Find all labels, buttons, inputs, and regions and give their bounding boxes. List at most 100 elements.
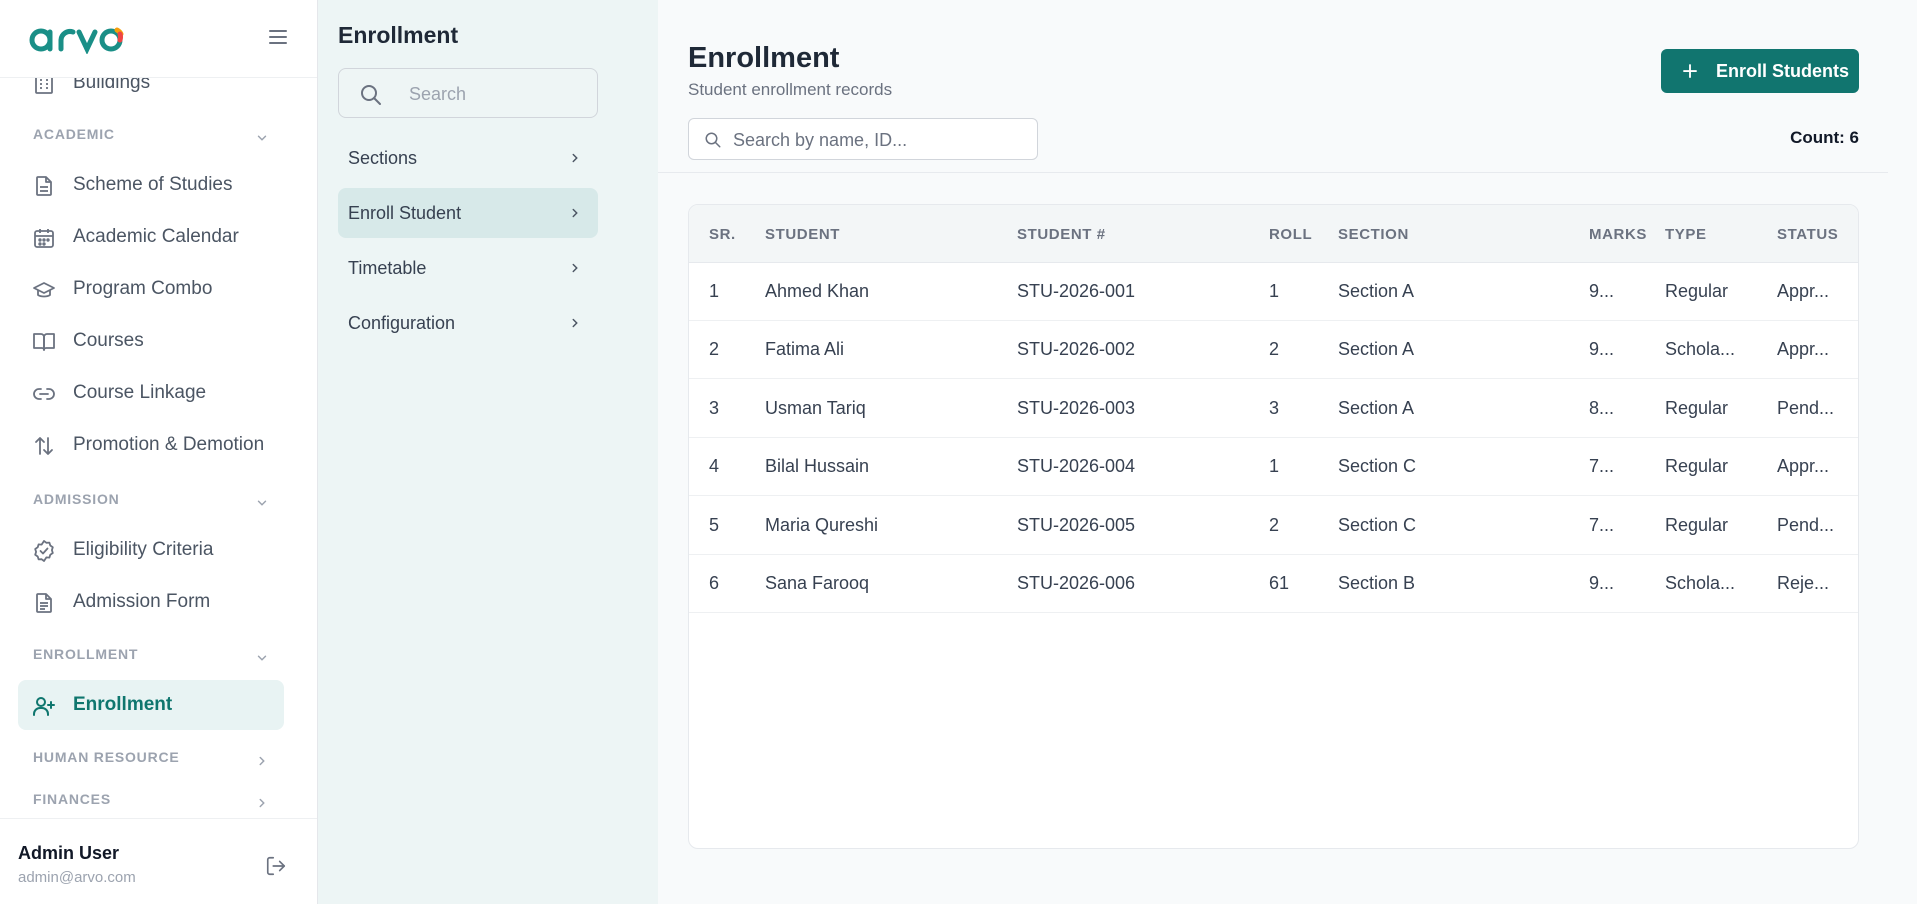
cell-section: Section A bbox=[1338, 398, 1415, 418]
sidebar-item-label: Admission Form bbox=[73, 591, 211, 612]
sidebar-item-buildings[interactable]: Buildings bbox=[18, 78, 284, 108]
column-header-marks[interactable]: MARKS bbox=[1589, 226, 1647, 243]
column-header-section[interactable]: SECTION bbox=[1338, 226, 1409, 243]
check-circle-icon bbox=[32, 539, 56, 563]
column-header-sr[interactable]: SR. bbox=[709, 226, 736, 243]
sidebar-nav[interactable]: Buildings ACADEMIC Scheme of Studies Aca… bbox=[0, 78, 317, 818]
cell-section: Section B bbox=[1338, 573, 1416, 593]
subnav-item-sections[interactable]: Sections bbox=[338, 133, 598, 183]
cell-type: Regular bbox=[1665, 281, 1729, 301]
enroll-students-label: Enroll Students bbox=[1716, 61, 1850, 81]
sidebar-item-program-combo[interactable]: Program Combo bbox=[18, 264, 284, 314]
cell-marks: 7... bbox=[1589, 515, 1615, 535]
user-name: Admin User bbox=[18, 843, 120, 863]
sidebar-item-academic-calendar[interactable]: Academic Calendar bbox=[18, 212, 284, 262]
user-email: admin@arvo.com bbox=[18, 869, 136, 886]
subnav-item-configuration[interactable]: Configuration bbox=[338, 298, 598, 348]
cell-status: Pend... bbox=[1777, 398, 1835, 418]
cell-roll: 1 bbox=[1269, 456, 1280, 476]
cell-student-number: STU-2026-004 bbox=[1017, 456, 1136, 476]
cell-section: Section C bbox=[1338, 515, 1417, 535]
cell-type: Schola... bbox=[1665, 573, 1736, 593]
cell-student: Maria Qureshi bbox=[765, 515, 879, 535]
section-header-enrollment[interactable]: ENROLLMENT bbox=[33, 646, 273, 670]
table-row[interactable]: 3 Usman Tariq STU-2026-003 3 Section A 8… bbox=[689, 380, 1858, 438]
menu-toggle-icon[interactable] bbox=[266, 25, 290, 49]
cell-student-number: STU-2026-005 bbox=[1017, 515, 1136, 535]
column-header-roll[interactable]: ROLL bbox=[1269, 226, 1312, 243]
sidebar-item-label: Eligibility Criteria bbox=[73, 539, 214, 560]
sidebar-item-label: Scheme of Studies bbox=[73, 174, 233, 195]
cell-student: Fatima Ali bbox=[765, 339, 845, 359]
divider bbox=[658, 172, 1888, 173]
column-header-status[interactable]: STATUS bbox=[1777, 226, 1838, 243]
subnav-item-label: Configuration bbox=[348, 313, 456, 333]
chevron-right-icon bbox=[255, 754, 269, 768]
table-header: SR. STUDENT STUDENT # ROLL SECTION MARKS… bbox=[689, 205, 1858, 263]
sidebar-item-label: Buildings bbox=[73, 78, 151, 93]
section-header-admission[interactable]: ADMISSION bbox=[33, 491, 273, 515]
arvo-logo[interactable] bbox=[27, 22, 143, 54]
sidebar: Buildings ACADEMIC Scheme of Studies Aca… bbox=[0, 0, 318, 904]
cell-sr: 4 bbox=[709, 456, 720, 476]
section-title: HUMAN RESOURCE bbox=[33, 749, 180, 765]
cell-status: Pend... bbox=[1777, 515, 1835, 535]
document-icon bbox=[32, 174, 56, 198]
column-header-student[interactable]: STUDENT bbox=[765, 226, 840, 243]
table-row[interactable]: 4 Bilal Hussain STU-2026-004 1 Section C… bbox=[689, 438, 1858, 496]
section-header-academic[interactable]: ACADEMIC bbox=[33, 126, 273, 150]
cell-student-number: STU-2026-003 bbox=[1017, 398, 1136, 418]
sidebar-header bbox=[0, 0, 317, 78]
page-subtitle: Student enrollment records bbox=[688, 80, 893, 99]
cell-section: Section A bbox=[1338, 281, 1415, 301]
sidebar-item-label: Program Combo bbox=[73, 278, 213, 299]
sidebar-item-course-linkage[interactable]: Course Linkage bbox=[18, 368, 284, 418]
cell-marks: 9... bbox=[1589, 281, 1615, 301]
section-header-human-resource[interactable]: HUMAN RESOURCE bbox=[33, 749, 273, 773]
sidebar-item-promotion-demotion[interactable]: Promotion & Demotion bbox=[18, 420, 284, 470]
search-icon bbox=[704, 131, 722, 149]
cell-marks: 9... bbox=[1589, 573, 1615, 593]
section-header-finances[interactable]: FINANCES bbox=[33, 791, 273, 815]
cell-section: Section A bbox=[1338, 339, 1415, 359]
cell-type: Regular bbox=[1665, 456, 1729, 476]
sidebar-item-eligibility-criteria[interactable]: Eligibility Criteria bbox=[18, 525, 284, 575]
section-title: FINANCES bbox=[33, 791, 111, 807]
sidebar-item-label: Course Linkage bbox=[73, 382, 207, 403]
subnav-item-enroll-student[interactable]: Enroll Student bbox=[338, 188, 598, 238]
column-header-type[interactable]: TYPE bbox=[1665, 226, 1707, 243]
cell-type: Regular bbox=[1665, 398, 1729, 418]
chevron-right-icon bbox=[568, 206, 582, 220]
sidebar-item-enrollment[interactable]: Enrollment bbox=[18, 680, 284, 730]
cell-status: Appr... bbox=[1777, 281, 1830, 301]
records-search bbox=[688, 118, 1038, 160]
section-title: ADMISSION bbox=[33, 491, 120, 507]
enroll-students-button[interactable]: Enroll Students bbox=[1661, 49, 1859, 93]
table-row[interactable]: 6 Sana Farooq STU-2026-006 61 Section B … bbox=[689, 555, 1858, 613]
cell-student-number: STU-2026-002 bbox=[1017, 339, 1136, 359]
column-header-student-number[interactable]: STUDENT # bbox=[1017, 226, 1106, 243]
cell-roll: 2 bbox=[1269, 515, 1280, 535]
graduation-cap-icon bbox=[32, 278, 56, 302]
subnav-title: Enrollment bbox=[338, 22, 459, 48]
subnav-item-timetable[interactable]: Timetable bbox=[338, 243, 598, 293]
cell-marks: 8... bbox=[1589, 398, 1615, 418]
chevron-right-icon bbox=[568, 316, 582, 330]
records-search-input[interactable] bbox=[733, 128, 1023, 152]
calendar-icon bbox=[32, 226, 56, 250]
table-row[interactable]: 5 Maria Qureshi STU-2026-005 2 Section C… bbox=[689, 497, 1858, 555]
subnav-search-input[interactable] bbox=[409, 81, 589, 107]
cell-status: Appr... bbox=[1777, 456, 1830, 476]
sidebar-item-scheme-of-studies[interactable]: Scheme of Studies bbox=[18, 160, 284, 210]
sidebar-item-label: Enrollment bbox=[73, 694, 173, 715]
record-count: Count: 6 bbox=[1790, 128, 1859, 147]
sidebar-item-admission-form[interactable]: Admission Form bbox=[18, 577, 284, 627]
sidebar-item-courses[interactable]: Courses bbox=[18, 316, 284, 366]
table-row[interactable]: 1 Ahmed Khan STU-2026-001 1 Section A 9.… bbox=[689, 263, 1858, 321]
logout-icon[interactable] bbox=[265, 855, 287, 877]
user-profile: Admin User admin@arvo.com bbox=[0, 818, 317, 904]
table-row[interactable]: 2 Fatima Ali STU-2026-002 2 Section A 9.… bbox=[689, 321, 1858, 379]
chevron-down-icon bbox=[255, 131, 269, 145]
chevron-right-icon bbox=[255, 796, 269, 810]
cell-sr: 6 bbox=[709, 573, 720, 593]
